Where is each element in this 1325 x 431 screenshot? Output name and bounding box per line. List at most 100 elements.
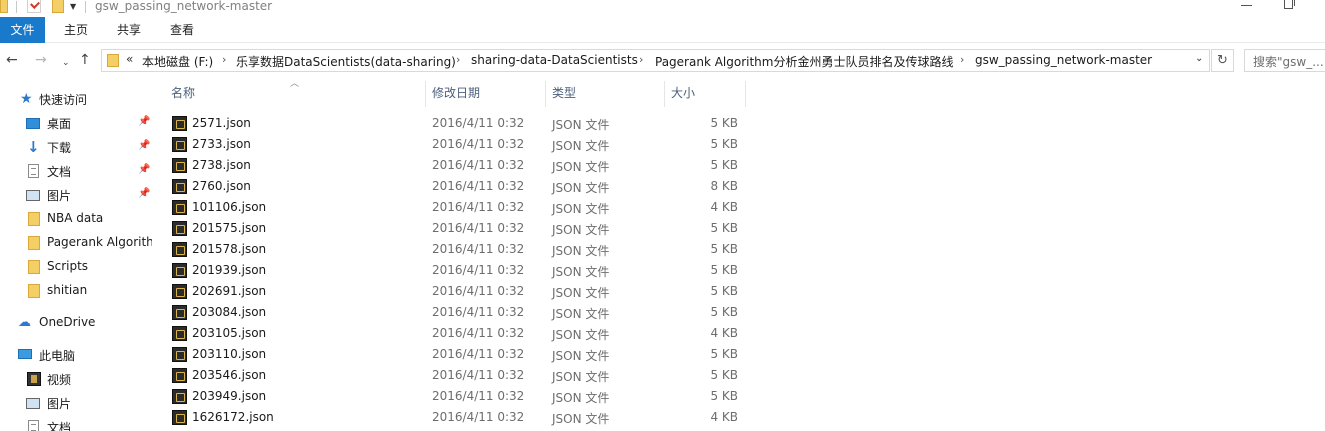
- file-row[interactable]: 203084.json 2016/4/11 0:32 JSON 文件 5 KB: [0, 302, 1325, 323]
- tab-share[interactable]: 共享: [117, 17, 141, 43]
- tab-view[interactable]: 查看: [170, 17, 194, 43]
- refresh-button[interactable]: ↻: [1211, 49, 1234, 72]
- column-divider[interactable]: [745, 81, 746, 107]
- file-size: 5 KB: [710, 347, 738, 361]
- file-type: JSON 文件: [552, 223, 610, 237]
- file-row[interactable]: 2571.json 2016/4/11 0:32 JSON 文件 5 KB: [0, 113, 1325, 134]
- overflow-chevron[interactable]: «: [126, 52, 133, 66]
- address-dropdown-icon[interactable]: ⌄: [1195, 53, 1203, 64]
- json-file-icon: [172, 242, 187, 257]
- file-size: 5 KB: [710, 242, 738, 256]
- breadcrumb-separator[interactable]: ›: [960, 53, 964, 66]
- restore-icon[interactable]: [1284, 0, 1295, 9]
- breadcrumb-data-sharing[interactable]: 乐享数据DataScientists(data-sharing): [236, 53, 456, 70]
- file-row[interactable]: 201578.json 2016/4/11 0:32 JSON 文件 5 KB: [0, 239, 1325, 260]
- breadcrumb-pagerank[interactable]: Pagerank Algorithm分析金州勇士队员排名及传球路线: [655, 53, 953, 70]
- customize-toolbar-icon[interactable]: ▼: [70, 2, 76, 11]
- file-name: 101106.json: [192, 200, 267, 214]
- column-header-size[interactable]: 大小: [671, 79, 695, 107]
- divider: [85, 1, 86, 13]
- file-modified-date: 2016/4/11 0:32: [432, 347, 525, 361]
- file-modified-date: 2016/4/11 0:32: [432, 200, 525, 214]
- file-row[interactable]: 203110.json 2016/4/11 0:32 JSON 文件 5 KB: [0, 344, 1325, 365]
- file-row[interactable]: 203949.json 2016/4/11 0:32 JSON 文件 5 KB: [0, 386, 1325, 407]
- json-file-icon: [172, 263, 187, 278]
- file-row[interactable]: 1626172.json 2016/4/11 0:32 JSON 文件 4 KB: [0, 407, 1325, 428]
- file-name: 1626172.json: [192, 410, 274, 424]
- search-input[interactable]: 搜索"gsw_...: [1244, 49, 1325, 72]
- up-arrow-icon[interactable]: ↑: [79, 52, 91, 68]
- breadcrumb-separator[interactable]: ›: [639, 53, 643, 66]
- file-modified-date: 2016/4/11 0:32: [432, 242, 525, 256]
- tab-home[interactable]: 主页: [64, 17, 88, 43]
- column-divider[interactable]: [664, 81, 665, 107]
- file-name: 203546.json: [192, 368, 267, 382]
- column-header-name[interactable]: 名称: [171, 79, 195, 107]
- file-size: 5 KB: [710, 221, 738, 235]
- file-name: 203105.json: [192, 326, 267, 340]
- file-name: 2571.json: [192, 116, 251, 130]
- json-file-icon: [172, 284, 187, 299]
- file-name: 202691.json: [192, 284, 267, 298]
- file-size: 5 KB: [710, 389, 738, 403]
- breadcrumb-separator[interactable]: ›: [222, 53, 226, 66]
- file-modified-date: 2016/4/11 0:32: [432, 263, 525, 277]
- breadcrumb-sharing-data[interactable]: sharing-data-DataScientists: [471, 53, 638, 67]
- file-row[interactable]: 2760.json 2016/4/11 0:32 JSON 文件 8 KB: [0, 176, 1325, 197]
- file-name: 201575.json: [192, 221, 267, 235]
- forward-arrow-icon[interactable]: →: [35, 52, 47, 68]
- file-row[interactable]: 203546.json 2016/4/11 0:32 JSON 文件 5 KB: [0, 365, 1325, 386]
- file-type: JSON 文件: [552, 202, 610, 216]
- file-modified-date: 2016/4/11 0:32: [432, 305, 525, 319]
- json-file-icon: [172, 368, 187, 383]
- back-arrow-icon[interactable]: ←: [6, 52, 18, 68]
- file-modified-date: 2016/4/11 0:32: [432, 137, 525, 151]
- file-row[interactable]: 202691.json 2016/4/11 0:32 JSON 文件 5 KB: [0, 281, 1325, 302]
- file-row[interactable]: 201939.json 2016/4/11 0:32 JSON 文件 5 KB: [0, 260, 1325, 281]
- folder-icon: [107, 54, 119, 67]
- file-type: JSON 文件: [552, 412, 610, 426]
- file-name: 201939.json: [192, 263, 267, 277]
- file-row[interactable]: 2738.json 2016/4/11 0:32 JSON 文件 5 KB: [0, 155, 1325, 176]
- file-type: JSON 文件: [552, 139, 610, 153]
- breadcrumb-drive[interactable]: 本地磁盘 (F:): [142, 53, 213, 70]
- file-modified-date: 2016/4/11 0:32: [432, 284, 525, 298]
- json-file-icon: [172, 221, 187, 236]
- file-type: JSON 文件: [552, 181, 610, 195]
- title-bar: ▼ gsw_passing_network-master: [0, 0, 1325, 17]
- file-modified-date: 2016/4/11 0:32: [432, 326, 525, 340]
- file-row[interactable]: 101106.json 2016/4/11 0:32 JSON 文件 4 KB: [0, 197, 1325, 218]
- breadcrumb-separator[interactable]: ›: [456, 53, 460, 66]
- column-divider[interactable]: [545, 81, 546, 107]
- file-name: 201578.json: [192, 242, 267, 256]
- file-type: JSON 文件: [552, 328, 610, 342]
- recent-locations-chevron-icon[interactable]: ⌄: [62, 55, 70, 71]
- json-file-icon: [172, 305, 187, 320]
- file-name: 203084.json: [192, 305, 267, 319]
- minimize-icon[interactable]: [1241, 5, 1252, 6]
- folder-icon: [0, 0, 8, 13]
- file-type: JSON 文件: [552, 244, 610, 258]
- breadcrumb-current-folder[interactable]: gsw_passing_network-master: [975, 53, 1152, 67]
- file-row[interactable]: 2733.json 2016/4/11 0:32 JSON 文件 5 KB: [0, 134, 1325, 155]
- tab-file[interactable]: 文件: [0, 17, 45, 43]
- properties-icon[interactable]: [27, 0, 41, 13]
- address-bar[interactable]: « 本地磁盘 (F:) › 乐享数据DataScientists(data-sh…: [101, 49, 1210, 72]
- json-file-icon: [172, 389, 187, 404]
- file-size: 5 KB: [710, 116, 738, 130]
- file-type: JSON 文件: [552, 286, 610, 300]
- sidebar-item-label: 快速访问: [39, 93, 88, 107]
- file-row[interactable]: 201575.json 2016/4/11 0:32 JSON 文件 5 KB: [0, 218, 1325, 239]
- new-folder-icon[interactable]: [52, 0, 64, 13]
- column-header-type[interactable]: 类型: [552, 79, 576, 107]
- file-modified-date: 2016/4/11 0:32: [432, 221, 525, 235]
- file-type: JSON 文件: [552, 265, 610, 279]
- file-name: 2760.json: [192, 179, 251, 193]
- column-header-date[interactable]: 修改日期: [432, 79, 480, 107]
- file-row[interactable]: 203105.json 2016/4/11 0:32 JSON 文件 4 KB: [0, 323, 1325, 344]
- column-divider[interactable]: [425, 81, 426, 107]
- file-size: 5 KB: [710, 305, 738, 319]
- sidebar-item-quick-access[interactable]: ★ 快速访问: [0, 88, 152, 110]
- json-file-icon: [172, 179, 187, 194]
- file-size: 5 KB: [710, 284, 738, 298]
